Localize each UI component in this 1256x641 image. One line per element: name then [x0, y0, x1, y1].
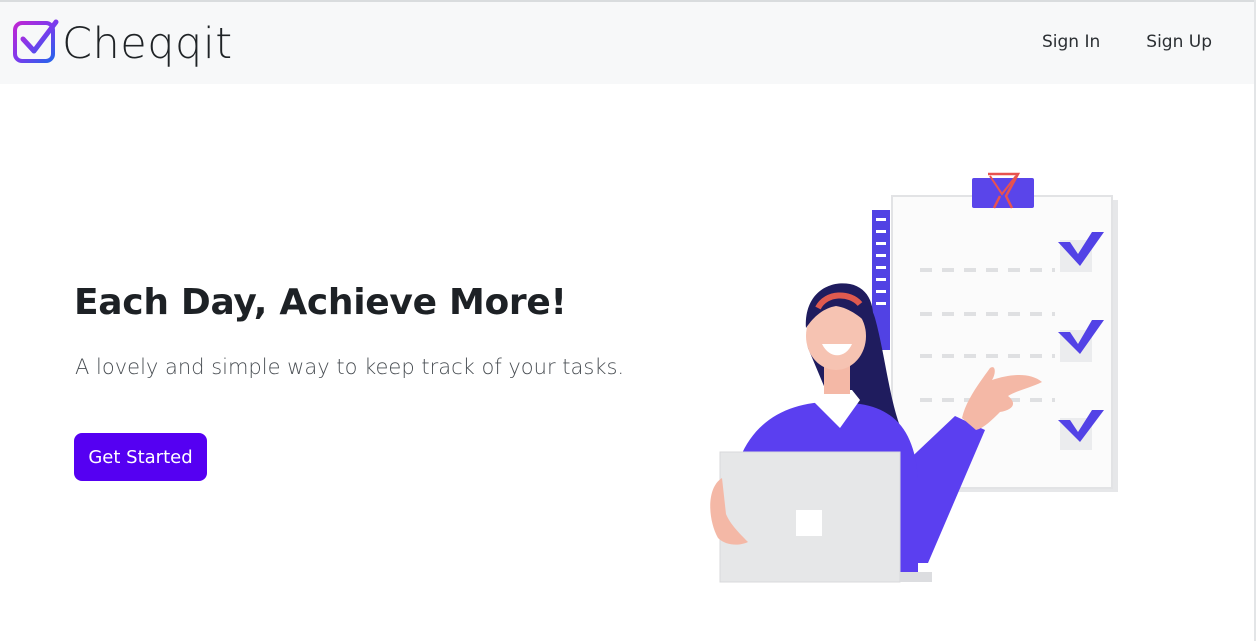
sign-up-link[interactable]: Sign Up [1146, 32, 1212, 52]
check-square-icon [12, 18, 60, 70]
navbar: Cheqqit Sign In Sign Up [0, 2, 1254, 84]
nav-links: Sign In Sign Up [1042, 32, 1212, 52]
get-started-button[interactable]: Get Started [74, 433, 207, 481]
hero-title: Each Day, Achieve More! [74, 282, 567, 323]
brand-link[interactable]: Cheqqit [12, 18, 233, 70]
brand-name: Cheqqit [62, 18, 233, 69]
hero-subtitle: A lovely and simple way to keep track of… [75, 355, 625, 379]
hero-illustration [700, 168, 1130, 588]
woman-with-laptop-and-checklist-illustration [710, 172, 1118, 583]
sign-in-link[interactable]: Sign In [1042, 32, 1100, 52]
